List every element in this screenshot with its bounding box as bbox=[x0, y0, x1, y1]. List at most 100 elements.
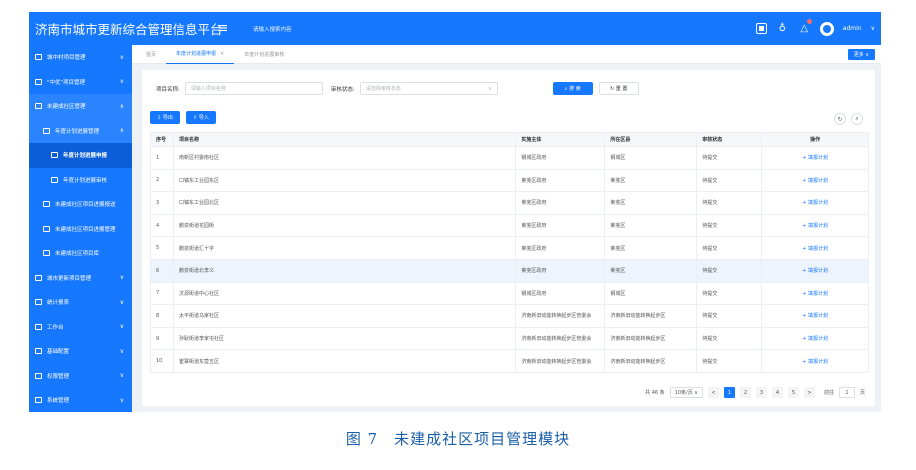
gear-icon bbox=[35, 397, 42, 404]
row-index: 5 bbox=[150, 236, 174, 260]
fill-plan-link[interactable]: + 填报计划 bbox=[761, 258, 869, 283]
status-select[interactable]: 请选择审核状态 ∨ bbox=[359, 82, 498, 95]
page-3[interactable]: 3 bbox=[755, 387, 767, 398]
row-index: 9 bbox=[150, 326, 174, 351]
chart-icon bbox=[35, 299, 42, 306]
review-status: 待提交 bbox=[696, 281, 763, 306]
implementer: 莱芜区政府 bbox=[515, 213, 606, 238]
district: 钢城区 bbox=[604, 146, 698, 170]
prev-page-button[interactable]: < bbox=[707, 387, 719, 398]
sidebar-item-progress-submit[interactable]: 未建成社区项目进展报送 bbox=[29, 192, 132, 217]
page-2[interactable]: 2 bbox=[739, 387, 751, 398]
search-toggle-icon[interactable]: ⌕ bbox=[851, 113, 863, 125]
implementer: 济南新旧动能转换起步区管委会 bbox=[515, 326, 606, 351]
review-status: 待提交 bbox=[696, 168, 763, 193]
data-table: 序号 项目名称 实施主体 所在区县 审核状态 操作 1 南新区村委南社区 钢城区政府… bbox=[150, 132, 869, 373]
app-title: 济南市城市更新综合管理信息平台 bbox=[35, 22, 223, 37]
implementer: 济南新旧动能转换起步区管委会 bbox=[515, 304, 606, 328]
user-name[interactable]: admin bbox=[843, 25, 862, 32]
app-window: 济南市城市更新综合管理信息平台 ≡ 请输入搜索内容 ♁ △ admin ∨ 城中… bbox=[29, 12, 881, 412]
page-4[interactable]: 4 bbox=[771, 387, 783, 398]
row-index: 7 bbox=[150, 281, 174, 306]
chat-icon bbox=[51, 152, 58, 159]
fill-plan-link[interactable]: + 填报计划 bbox=[761, 349, 869, 373]
document-icon bbox=[43, 250, 50, 257]
close-icon[interactable]: × bbox=[220, 51, 224, 57]
project-name-input[interactable]: 请输入项目名称 bbox=[184, 82, 323, 95]
table-row: 7 汶源街道中心社区 钢城区政府 钢城区 待提交 + 填报计划 bbox=[150, 281, 869, 306]
sidebar-item-workbench[interactable]: 工作台 ∨ bbox=[29, 315, 132, 340]
screen-icon[interactable] bbox=[755, 23, 767, 34]
tab-home[interactable]: 首页 bbox=[132, 45, 166, 64]
fill-plan-link[interactable]: + 填报计划 bbox=[761, 191, 869, 215]
refresh-icon[interactable]: ↻ bbox=[834, 113, 846, 125]
global-search-input[interactable]: 请输入搜索内容 bbox=[253, 25, 292, 33]
sidebar-item-permission[interactable]: 权限管理 ∨ bbox=[29, 364, 132, 389]
page-size-select[interactable]: 10条/页 ∨ bbox=[669, 387, 703, 398]
reset-button[interactable]: ↻ 重 置 bbox=[598, 82, 639, 95]
sidebar-item-label: 年度计划进展申报 bbox=[63, 153, 108, 160]
district: 莱芜区 bbox=[604, 213, 698, 238]
chevron-down-icon[interactable]: ∨ bbox=[871, 25, 875, 32]
table-row: 8 太平街道马家社区 济南新旧动能转换起步区管委会 济南新旧动能转换起步区 待提交 + 填… bbox=[150, 304, 869, 328]
search-button[interactable]: ⌕ 搜 索 bbox=[552, 82, 593, 95]
sidebar-item-progress-manage[interactable]: 未建成社区项目进展管理 bbox=[29, 217, 132, 242]
implementer: 莱芜区政府 bbox=[515, 236, 606, 260]
fill-plan-link[interactable]: + 填报计划 bbox=[761, 168, 869, 193]
filter-bar: 项目名称: 请输入项目名称 审核状态: 请选择审核状态 ∨ ⌕ 搜 索 ↻ 重 置 bbox=[156, 82, 639, 95]
pagination: 共 46 条 10条/页 ∨ < 1 2 3 4 5 > 前往 1 页 bbox=[645, 387, 865, 398]
fill-plan-link[interactable]: + 填报计划 bbox=[761, 146, 869, 170]
sidebar-item-annual-plan[interactable]: 年度计划进展管理 ∧ bbox=[29, 118, 132, 143]
sidebar-item-label: 未建成社区项目库 bbox=[55, 251, 100, 258]
bell-icon[interactable]: △ bbox=[798, 19, 812, 35]
sidebar-item-statistics[interactable]: 统计报表 ∨ bbox=[29, 290, 132, 315]
implementer: 莱芜区政府 bbox=[515, 191, 606, 215]
table-header-row: 序号 项目名称 实施主体 所在区县 审核状态 操作 bbox=[150, 132, 869, 147]
export-button[interactable]: ⇩ 导出 bbox=[150, 111, 180, 124]
hamburger-icon[interactable]: ≡ bbox=[215, 21, 231, 36]
sidebar-item-config[interactable]: 基础配置 ∨ bbox=[29, 339, 132, 364]
sidebar-item-system[interactable]: 系统管理 ∨ bbox=[29, 388, 132, 412]
review-status: 待提交 bbox=[696, 326, 763, 351]
fill-plan-link[interactable]: + 填报计划 bbox=[761, 213, 869, 238]
gear-icon bbox=[51, 176, 58, 183]
project-name: 太平街道马家社区 bbox=[172, 304, 517, 328]
tab-plan-review[interactable]: 年度计划进展审核 bbox=[234, 45, 294, 64]
sidebar-item-label: 工作台 bbox=[47, 324, 64, 331]
review-status: 待提交 bbox=[696, 236, 763, 260]
fill-plan-link[interactable]: + 填报计划 bbox=[761, 326, 869, 351]
row-index: 2 bbox=[150, 168, 174, 193]
goto-page-input[interactable]: 1 bbox=[838, 387, 855, 398]
district: 济南新旧动能转换起步区 bbox=[604, 349, 698, 373]
folder-icon bbox=[35, 103, 42, 110]
sidebar-item-zhongyou[interactable]: "中优"项目管理 ∨ bbox=[29, 70, 132, 95]
project-name: 崔寨街道东营五区 bbox=[172, 349, 517, 373]
fill-plan-link[interactable]: + 填报计划 bbox=[761, 304, 869, 328]
review-status: 待提交 bbox=[696, 349, 763, 373]
lock-icon bbox=[35, 372, 42, 379]
chevron-down-icon: ∨ bbox=[119, 347, 124, 355]
table-row: 9 孙耿街道李家屯社区 济南新旧动能转换起步区管委会 济南新旧动能转换起步区 待提交 + … bbox=[150, 326, 869, 351]
next-page-button[interactable]: > bbox=[803, 387, 815, 398]
avatar[interactable] bbox=[819, 21, 834, 36]
figure-caption: 图 7 未建成社区项目管理模块 bbox=[345, 430, 571, 448]
more-tabs-button[interactable]: 更多 ∨ bbox=[847, 49, 875, 60]
column-header: 操作 bbox=[761, 132, 869, 147]
page-5[interactable]: 5 bbox=[787, 387, 799, 398]
fill-plan-link[interactable]: + 填报计划 bbox=[761, 281, 869, 306]
page-1[interactable]: 1 bbox=[723, 387, 735, 398]
sidebar-item-project-library[interactable]: 未建成社区项目库 bbox=[29, 241, 132, 266]
sidebar-item-urban-renewal[interactable]: 城市更新项目管理 ∨ bbox=[29, 266, 132, 291]
fill-plan-link[interactable]: + 填报计划 bbox=[761, 236, 869, 260]
document-icon bbox=[35, 54, 42, 61]
sidebar-item-urban-village[interactable]: 城中村项目管理 ∨ bbox=[29, 45, 132, 70]
tab-plan-report[interactable]: 年度计划进展申报 × bbox=[166, 45, 235, 64]
import-button[interactable]: ⇧ 导入 bbox=[186, 111, 216, 124]
shirt-icon[interactable]: ♁ bbox=[776, 22, 789, 35]
sidebar-item-plan-report[interactable]: 年度计划进展申报 bbox=[29, 143, 132, 168]
chevron-down-icon: ∨ bbox=[119, 53, 124, 61]
sidebar-item-unbuilt-community[interactable]: 未建成社区管理 ∧ bbox=[29, 94, 132, 119]
project-name: 鹏泉街道花园街 bbox=[172, 213, 517, 238]
table-row: 3 口镇东工业园北区 莱芜区政府 莱芜区 待提交 + 填报计划 bbox=[150, 191, 869, 215]
sidebar-item-plan-review[interactable]: 年度计划进展审核 bbox=[29, 168, 132, 193]
